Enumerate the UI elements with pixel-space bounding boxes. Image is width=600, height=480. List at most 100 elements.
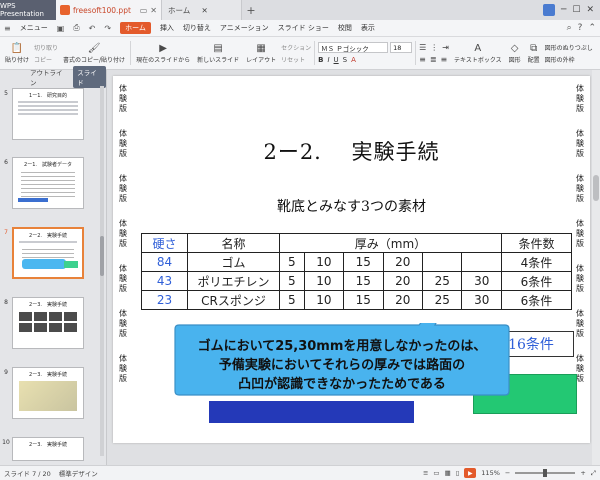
thumbnail-scrollbar[interactable]: [100, 86, 104, 456]
cell-thickness: 25: [421, 271, 463, 291]
menu-slideshow[interactable]: スライド ショー: [278, 23, 329, 33]
cell-conditions: 6条件: [501, 271, 572, 291]
indent-icon[interactable]: ⇥: [442, 43, 449, 52]
search-icon[interactable]: ⌕: [567, 23, 572, 33]
menu-review[interactable]: 校閲: [338, 23, 352, 33]
format-painter-button[interactable]: 🖌 書式のコピー/貼り付け: [61, 43, 127, 64]
tab-outline[interactable]: アウトライン: [26, 66, 71, 88]
thumb-bar: [18, 198, 48, 202]
slideshow-play-button[interactable]: ▶: [464, 468, 477, 478]
slide-subtitle[interactable]: 靴底とみなす3つの素材: [113, 196, 590, 216]
scrollbar-thumb[interactable]: [100, 236, 104, 276]
bullets-icon[interactable]: ☰: [419, 43, 426, 52]
save-icon[interactable]: ▣: [57, 24, 65, 33]
new-slide-button[interactable]: ▤ 新しいスライド: [195, 43, 241, 64]
slide-canvas[interactable]: 体験版 体験版 体験版 体験版 体験版 体験版 体験版 体験版 体験版 体験版 …: [113, 76, 590, 443]
zoom-slider[interactable]: [515, 469, 576, 477]
help-icon[interactable]: ?: [578, 23, 583, 33]
section-button[interactable]: セクション: [281, 43, 311, 52]
copy-button[interactable]: コピー: [34, 55, 58, 64]
scrollbar-thumb[interactable]: [593, 175, 599, 201]
menu-animation[interactable]: アニメーション: [220, 23, 269, 33]
maximize-icon[interactable]: ☐: [572, 5, 580, 15]
cell-thickness: 10: [303, 290, 345, 310]
new-tab-button[interactable]: +: [242, 0, 260, 20]
menu-main[interactable]: メニュー: [20, 23, 48, 33]
underline-icon[interactable]: U: [334, 56, 339, 64]
italic-icon[interactable]: I: [327, 56, 329, 64]
tab-slides[interactable]: スライド: [73, 66, 106, 88]
font-size-select[interactable]: 18: [390, 42, 413, 53]
blue-shape[interactable]: [209, 401, 414, 423]
slide-thumbnail-5[interactable]: 1ー1. 研究目的: [12, 88, 84, 140]
slide-title[interactable]: 2ー2. 実験手続: [113, 136, 590, 166]
file-tab[interactable]: freesoft100.ppt ▭ ✕: [56, 0, 162, 20]
redo-icon[interactable]: ↷: [104, 24, 111, 33]
zoom-slider-thumb[interactable]: [543, 469, 548, 477]
zoom-level[interactable]: 115%: [481, 469, 500, 477]
title-bar: WPS Presentation freesoft100.ppt ▭ ✕ ホーム…: [0, 0, 600, 20]
app-tab[interactable]: WPS Presentation: [0, 0, 56, 20]
zoom-out-icon[interactable]: −: [505, 469, 510, 477]
arrange-button[interactable]: ⧉ 配置: [526, 43, 542, 64]
align-left-icon[interactable]: ≡: [419, 55, 426, 64]
fit-slide-icon[interactable]: ⤢: [591, 469, 596, 478]
normal-view-icon[interactable]: ▭: [433, 469, 439, 477]
menu-insert[interactable]: 挿入: [160, 23, 174, 33]
callout-bubble[interactable]: ゴムにおいて25,30mmを用意しなかったのは、 予備実験においてそれらの厚みで…: [173, 323, 511, 397]
section-group: セクション リセット: [281, 43, 311, 64]
layout-label: レイアウト: [246, 56, 277, 64]
table-row: 23 CRスポンジ 5 10 15 20 25 30 6条件: [141, 290, 572, 310]
workspace-scrollbar[interactable]: [592, 70, 600, 465]
align-center-icon[interactable]: ≣: [430, 55, 437, 64]
shape-fill-button[interactable]: 図形のぬりつぶし: [545, 43, 593, 52]
layout-icon: ▦: [256, 42, 266, 54]
numbering-icon[interactable]: ⋮: [430, 43, 438, 52]
notes-icon[interactable]: ≡: [423, 469, 428, 477]
font-color-icon[interactable]: A: [351, 56, 356, 64]
zoom-in-icon[interactable]: +: [580, 469, 585, 477]
paste-button[interactable]: 📋 貼り付け: [3, 43, 31, 64]
shapes-button[interactable]: ◇ 図形: [507, 43, 523, 64]
font-name-select[interactable]: ＭＳ Ｐゴシック: [318, 42, 389, 53]
account-icon[interactable]: [542, 4, 555, 16]
slide-thumbnail-7[interactable]: 2ー2. 実験手続: [12, 227, 84, 279]
close-window-icon[interactable]: ✕: [586, 5, 594, 15]
chevron-up-icon[interactable]: ⌃: [588, 23, 596, 33]
shape-style-group: 図形のぬりつぶし 図形の外枠: [545, 43, 593, 64]
sorter-view-icon[interactable]: ▦: [445, 469, 451, 477]
reading-view-icon[interactable]: ▯: [456, 469, 460, 477]
shape-outline-button[interactable]: 図形の外枠: [545, 55, 593, 64]
screen-icon[interactable]: ▭: [140, 6, 148, 15]
slide-thumbnail-8[interactable]: 2ー3. 実験手続: [12, 297, 84, 349]
slide-counter: スライド 7 / 20: [4, 470, 51, 478]
slide-thumbnail-6[interactable]: 2ー1. 試験者データ: [12, 157, 84, 209]
close-tab-icon[interactable]: ✕: [150, 6, 157, 15]
cell-thickness: 15: [343, 252, 384, 272]
strikethrough-icon[interactable]: S: [343, 56, 347, 64]
hamburger-icon[interactable]: ≡: [4, 24, 11, 33]
cell-hardness: 43: [141, 271, 188, 291]
align-right-icon[interactable]: ≡: [441, 55, 448, 64]
text-box-button[interactable]: A テキストボックス: [452, 43, 504, 64]
menu-transitions[interactable]: 切り替え: [183, 23, 211, 33]
menu-home[interactable]: ホーム: [120, 22, 151, 34]
materials-table[interactable]: 硬さ 名称 厚み（mm） 条件数 84 ゴム 5 10 15 20 4条件 43…: [141, 233, 572, 310]
home-tab[interactable]: ホーム ✕: [162, 0, 242, 20]
print-icon[interactable]: ⎙: [73, 23, 79, 33]
from-current-slide-button[interactable]: ▶ 現在のスライドから: [134, 43, 192, 64]
cut-button[interactable]: 切り取り: [34, 43, 58, 52]
cell-thickness: 5: [279, 290, 305, 310]
slide-thumbnail-10[interactable]: 2ー3. 実験手続: [12, 437, 84, 461]
undo-icon[interactable]: ↶: [89, 24, 96, 33]
thumb-line: [18, 113, 78, 115]
slide-thumbnail-9[interactable]: 2ー3. 実験手続: [12, 367, 84, 419]
close-home-tab-icon[interactable]: ✕: [202, 6, 236, 15]
reset-button[interactable]: リセット: [281, 55, 311, 64]
minimize-icon[interactable]: ─: [561, 5, 566, 15]
menu-view[interactable]: 表示: [361, 23, 375, 33]
bold-icon[interactable]: B: [318, 56, 323, 64]
text-box-label: テキストボックス: [454, 56, 502, 64]
layout-button[interactable]: ▦ レイアウト: [244, 43, 278, 64]
header-thickness: 厚み（mm）: [279, 233, 502, 253]
